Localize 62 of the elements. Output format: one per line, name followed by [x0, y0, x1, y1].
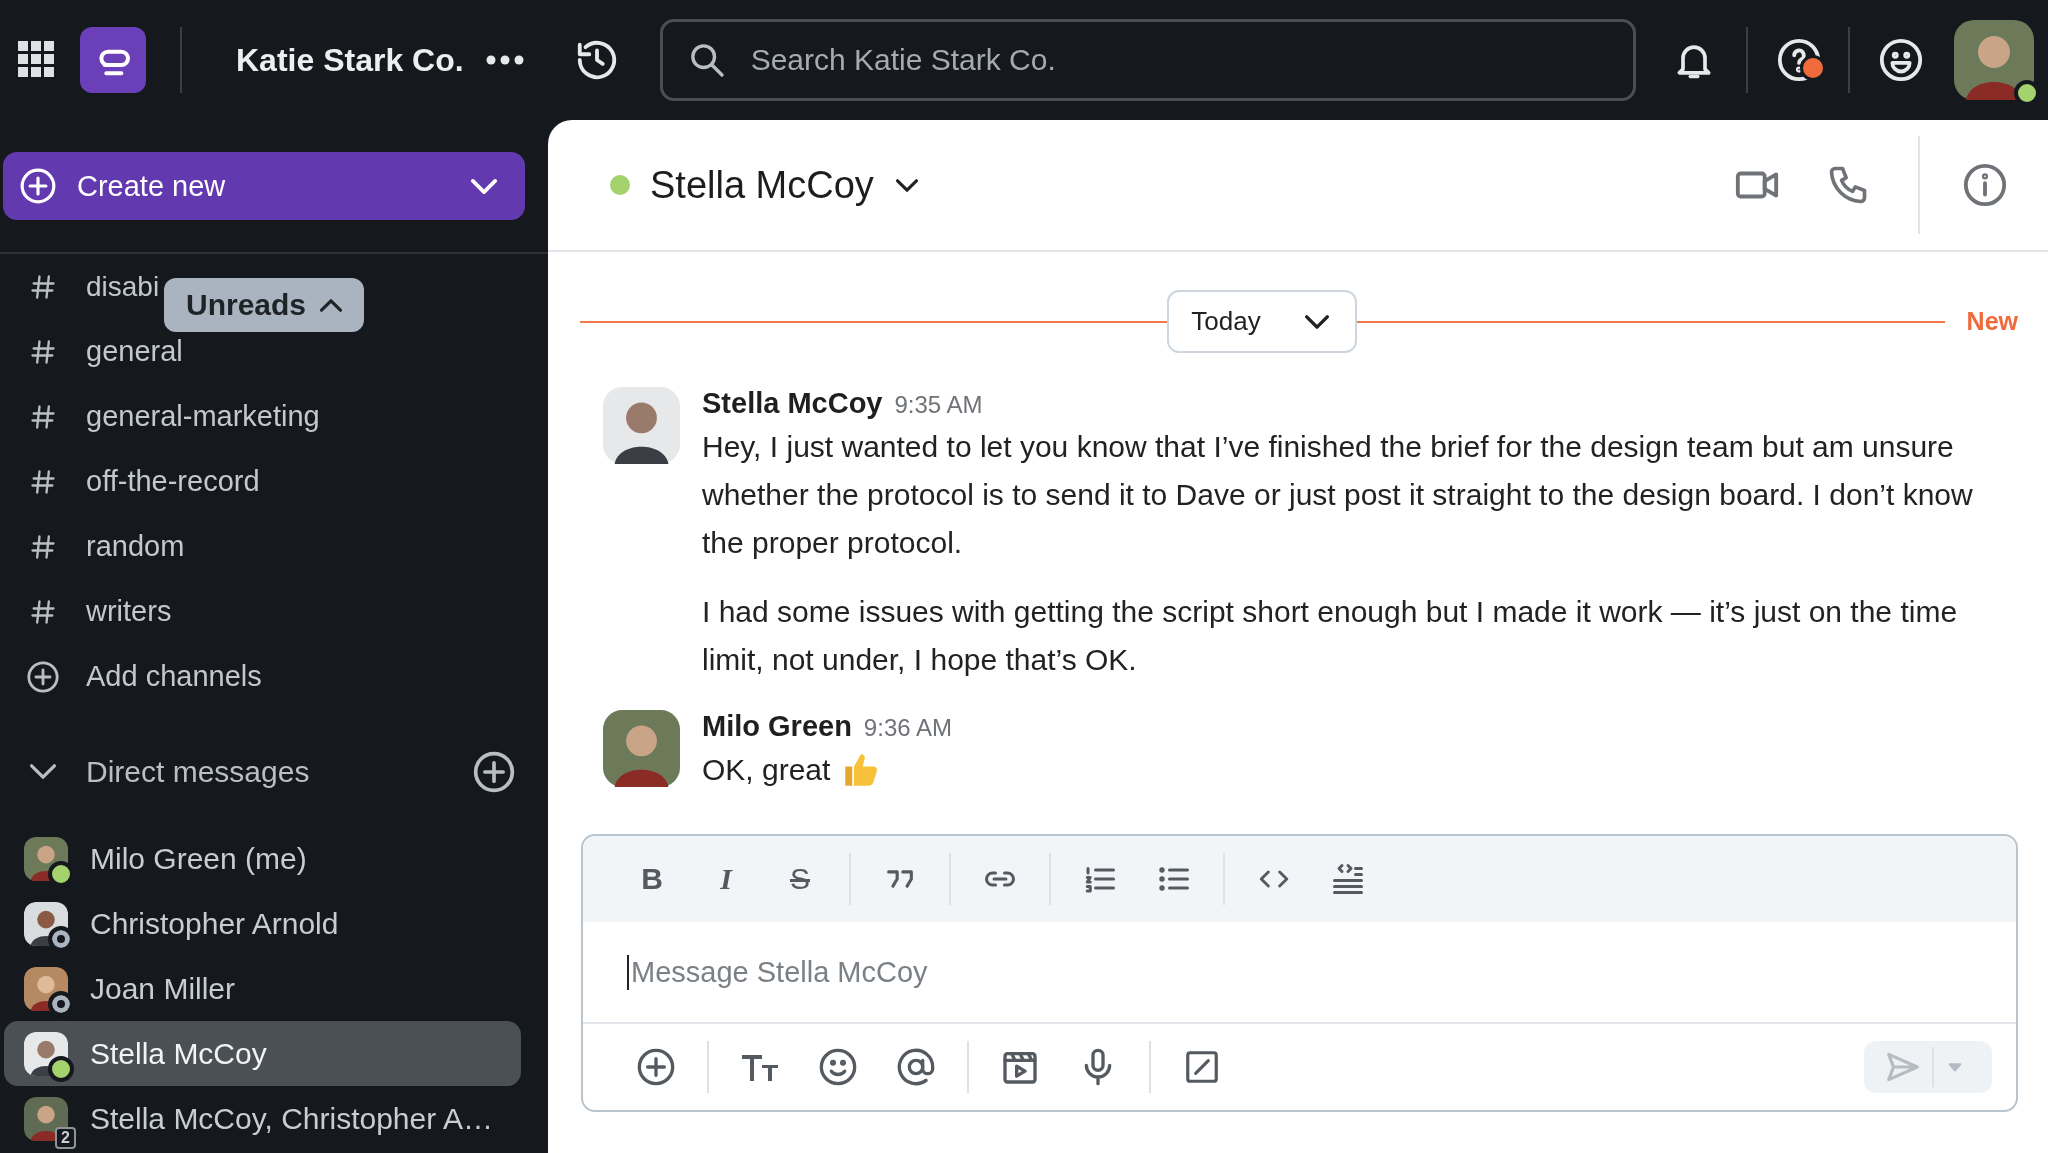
direct-message-item[interactable]: Joan Miller	[4, 956, 521, 1021]
contact-name[interactable]: Stella McCoy	[650, 163, 874, 207]
direct-message-item[interactable]: Christopher Arnold	[4, 891, 521, 956]
avatar	[24, 1096, 68, 1141]
hash-icon	[29, 467, 57, 496]
message-text: OK, great	[702, 752, 831, 788]
direct-message-item[interactable]: Milo Green (me)	[4, 826, 521, 891]
contact-name: Stella McCoy	[90, 1036, 267, 1071]
direct-message-item[interactable]: Stella McCoy	[4, 1021, 521, 1086]
slash-command-icon[interactable]	[1183, 1048, 1221, 1086]
format-button[interactable]: I	[689, 849, 763, 909]
add-circle-icon	[19, 167, 57, 205]
section-title: Direct messages	[86, 754, 311, 789]
workspace-name[interactable]: Katie Stark Co.	[236, 41, 464, 79]
chevron-down-icon[interactable]	[30, 764, 56, 779]
search-field[interactable]: Search Katie Stark Co.	[748, 42, 1553, 78]
author-name[interactable]: Stella McCoy	[702, 387, 883, 420]
member-count: 2	[55, 1126, 76, 1149]
format-button[interactable]: S	[763, 849, 837, 909]
hash-icon	[29, 532, 57, 561]
hash-icon	[29, 337, 57, 366]
emoji-icon[interactable]	[1877, 37, 1924, 83]
contact-name: Christopher Arnold	[90, 906, 339, 941]
add-channels-link[interactable]: Add channels	[86, 660, 262, 693]
channel-name[interactable]: random	[86, 530, 185, 563]
contact-name: Stella McCoy, Christopher A…	[90, 1101, 493, 1136]
message-time: 9:36 AM	[863, 714, 952, 742]
chevron-up-icon	[320, 298, 343, 312]
create-new-button[interactable]: Create new	[3, 152, 525, 220]
hash-icon	[29, 272, 57, 301]
channel-name[interactable]: writers	[86, 595, 172, 628]
add-circle-icon[interactable]	[636, 1047, 676, 1087]
channel-name[interactable]: general	[86, 335, 183, 368]
contact-name: Milo Green (me)	[90, 841, 307, 876]
chevron-down-icon[interactable]	[895, 178, 918, 192]
message-text: I had some issues with getting the script short enough but I made it work — it’s just on the time limit, not under, I hope that’s OK.	[702, 594, 1959, 678]
more-icon[interactable]	[485, 55, 524, 65]
emoji-icon[interactable]	[818, 1047, 858, 1087]
new-messages-label: New	[1966, 307, 2018, 336]
search-box[interactable]: Search Katie Stark Co.	[659, 19, 1636, 101]
info-icon[interactable]	[1962, 162, 2008, 208]
date-dropdown[interactable]: Today	[1167, 290, 1358, 353]
message-text: Hey, I just wanted to let you know that I’ve finished the brief for the design team but am unsure whether the protocol is to send it to Dave or just post it straight to the design board. I don’t know the proper protocol.	[702, 429, 1974, 561]
mention-icon[interactable]	[896, 1047, 936, 1087]
add-circle-icon[interactable]	[26, 659, 60, 694]
code-block-icon[interactable]	[1330, 861, 1366, 897]
unreads-button[interactable]: Unreads	[164, 278, 365, 332]
format-button[interactable]: B	[615, 849, 689, 909]
app-grid-icon[interactable]	[18, 41, 56, 79]
hash-icon	[29, 597, 57, 626]
channel-name[interactable]: disabi	[86, 270, 160, 303]
app-logo[interactable]	[80, 27, 146, 93]
add-circle-icon[interactable]	[472, 749, 516, 794]
contact-name: Joan Miller	[90, 971, 236, 1006]
chevron-down-icon	[471, 178, 497, 194]
chevron-down-icon	[1305, 314, 1330, 329]
hash-icon	[29, 402, 57, 431]
channel-name[interactable]: general-marketing	[86, 400, 320, 433]
author-name[interactable]: Milo Green	[702, 710, 852, 743]
direct-message-item[interactable]: 2 Stella McCoy, Christopher A…	[4, 1086, 521, 1151]
channel-name[interactable]: off-the-record	[86, 465, 260, 498]
message-time: 9:35 AM	[894, 391, 983, 419]
